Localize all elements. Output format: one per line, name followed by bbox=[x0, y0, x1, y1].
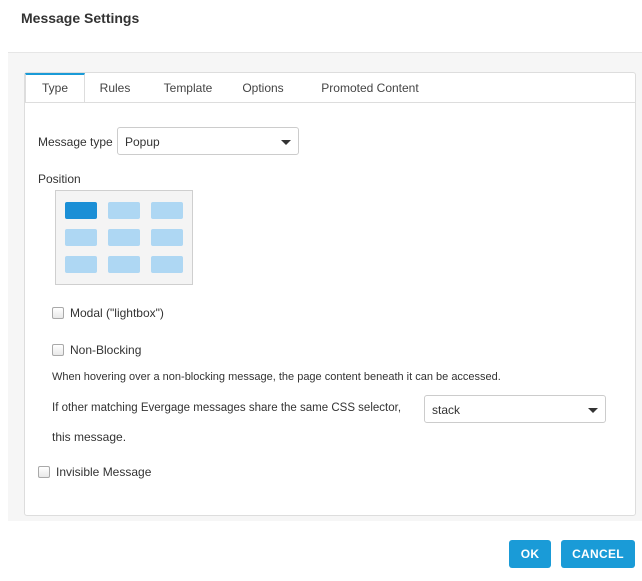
tab-promoted-content[interactable]: Promoted Content bbox=[315, 73, 425, 102]
non-blocking-label: Non-Blocking bbox=[70, 343, 142, 357]
chevron-down-icon bbox=[588, 408, 598, 413]
tab-bar: Type Rules Template Options Promoted Con… bbox=[25, 73, 635, 103]
invisible-message-checkbox[interactable] bbox=[38, 466, 50, 478]
message-type-label: Message type bbox=[38, 135, 113, 149]
position-bottom-center[interactable] bbox=[108, 256, 140, 273]
position-middle-center[interactable] bbox=[108, 229, 140, 246]
position-bottom-left[interactable] bbox=[65, 256, 97, 273]
css-selector-label: If other matching Evergage messages shar… bbox=[52, 402, 402, 414]
ok-button[interactable]: OK bbox=[509, 540, 551, 568]
message-type-value: Popup bbox=[125, 135, 160, 149]
css-selector-label-suffix: this message. bbox=[52, 430, 127, 444]
position-bottom-right[interactable] bbox=[151, 256, 183, 273]
position-top-left[interactable] bbox=[65, 202, 97, 219]
settings-panel: Type Rules Template Options Promoted Con… bbox=[24, 72, 636, 516]
css-selector-behavior-value: stack bbox=[432, 403, 461, 417]
position-middle-left[interactable] bbox=[65, 229, 97, 246]
tab-template[interactable]: Template bbox=[157, 73, 219, 102]
non-blocking-help-text: When hovering over a non-blocking messag… bbox=[52, 371, 501, 383]
position-grid bbox=[55, 190, 193, 285]
position-top-center[interactable] bbox=[108, 202, 140, 219]
tab-rules[interactable]: Rules bbox=[95, 73, 135, 102]
modal-checkbox[interactable] bbox=[52, 307, 64, 319]
cancel-button[interactable]: CANCEL bbox=[561, 540, 635, 568]
message-type-select[interactable]: Popup bbox=[117, 127, 299, 155]
position-top-right[interactable] bbox=[151, 202, 183, 219]
non-blocking-checkbox[interactable] bbox=[52, 344, 64, 356]
modal-label: Modal ("lightbox") bbox=[70, 306, 164, 320]
tab-type[interactable]: Type bbox=[25, 73, 85, 102]
dialog-title: Message Settings bbox=[21, 10, 140, 26]
position-middle-right[interactable] bbox=[151, 229, 183, 246]
css-selector-behavior-select[interactable]: stack bbox=[424, 395, 606, 423]
tab-options[interactable]: Options bbox=[237, 73, 289, 102]
position-label: Position bbox=[38, 172, 81, 186]
chevron-down-icon bbox=[281, 140, 291, 145]
invisible-message-label: Invisible Message bbox=[56, 465, 152, 479]
